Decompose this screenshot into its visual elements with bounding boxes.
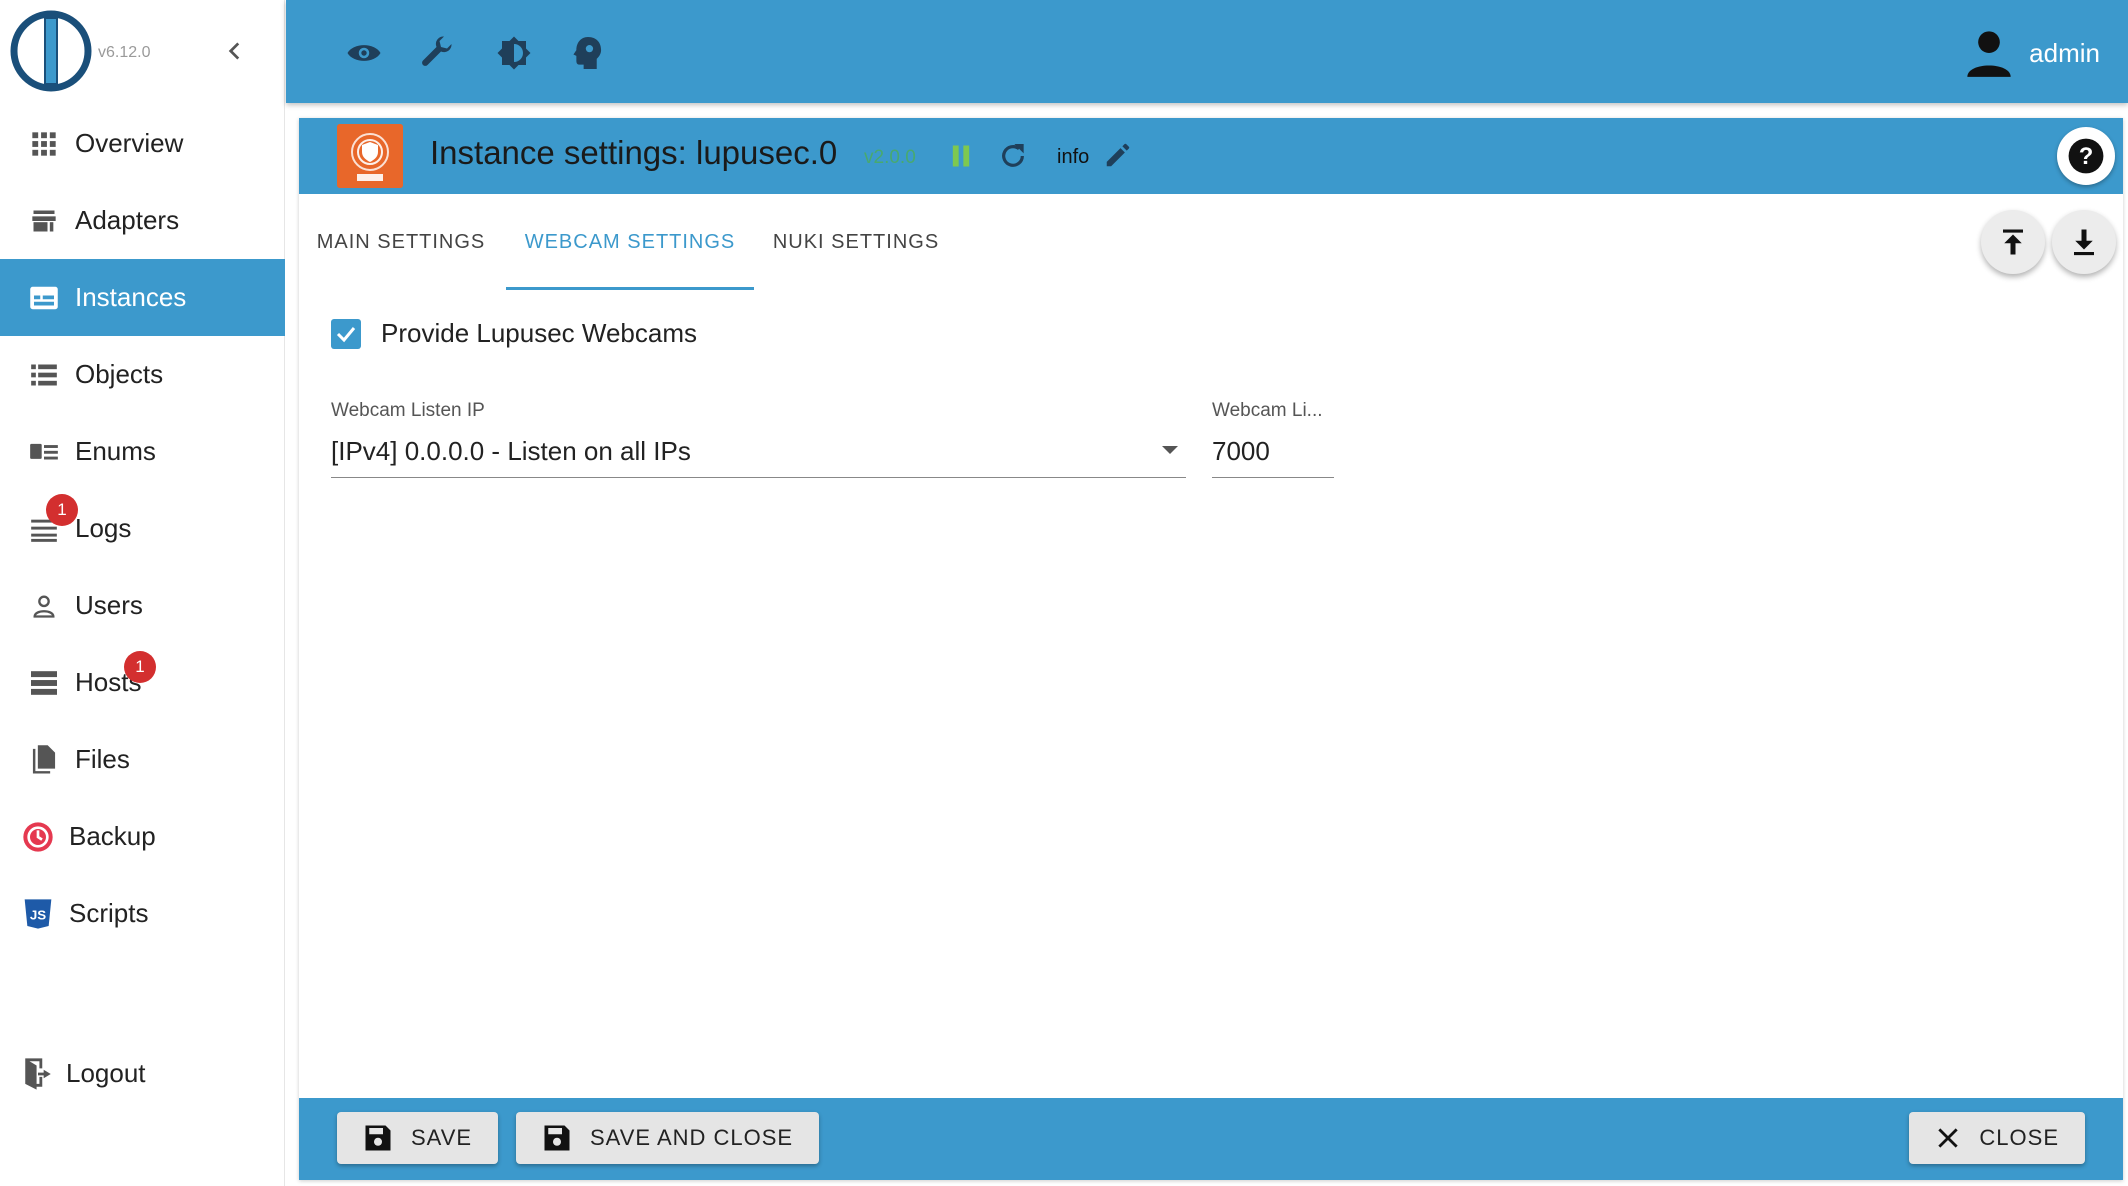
store-icon [28, 205, 60, 237]
sidebar-item-logs[interactable]: Logs 1 [0, 490, 285, 567]
brightness-icon[interactable] [492, 31, 536, 75]
tab-webcam-settings[interactable]: WEBCAM SETTINGS [506, 194, 754, 290]
sidebar-item-label: Overview [75, 128, 184, 158]
svg-text:JS: JS [30, 907, 46, 922]
logout-label: Logout [66, 1058, 146, 1088]
list-icon [28, 359, 60, 391]
reload-icon[interactable] [997, 140, 1029, 172]
iobroker-logo[interactable] [10, 10, 92, 92]
footer-bar: SAVE SAVE AND CLOSE CLOSE [299, 1098, 2123, 1180]
listen-port-input[interactable]: 7000 [1212, 426, 1334, 478]
backup-icon [22, 821, 54, 853]
account-icon [1967, 31, 2011, 77]
grid-icon [28, 128, 60, 160]
files-icon [28, 744, 60, 776]
upload-settings-button[interactable] [1981, 210, 2045, 274]
brand: v6.12.0 [0, 0, 285, 105]
listen-ip-label: Webcam Listen IP [331, 400, 485, 421]
download-icon [2074, 229, 2094, 256]
sidebar-item-files[interactable]: Files [0, 721, 285, 798]
page-title: Instance settings: lupusec.0 [430, 134, 838, 171]
logs-badge: 1 [46, 494, 78, 526]
dropdown-arrow-icon [1162, 446, 1178, 454]
user-icon [28, 590, 60, 622]
save-label: SAVE [411, 1125, 473, 1150]
upload-icon [2003, 229, 2023, 255]
listen-ip-select[interactable]: [IPv4] 0.0.0.0 - Listen on all IPs [331, 426, 1186, 478]
sidebar-item-label: Objects [75, 359, 164, 389]
eye-icon[interactable] [342, 31, 386, 75]
save-and-close-button[interactable]: SAVE AND CLOSE [516, 1112, 820, 1164]
logout-icon [25, 1057, 51, 1090]
sidebar: v6.12.0 Overview Adapters Instances Obje… [0, 0, 285, 1186]
checkmark-icon [336, 326, 356, 342]
close-label: CLOSE [1979, 1125, 2059, 1150]
sidebar-item-enums[interactable]: Enums [0, 413, 285, 490]
download-settings-button[interactable] [2052, 210, 2116, 274]
hosts-icon [28, 667, 60, 699]
sidebar-item-label: Instances [75, 282, 187, 312]
close-icon [1938, 1128, 1959, 1148]
save-icon [544, 1125, 570, 1151]
hosts-badge: 1 [124, 651, 156, 683]
sidebar-item-objects[interactable]: Objects [0, 336, 285, 413]
provide-webcams-row: Provide Lupusec Webcams [331, 318, 697, 349]
user-name: admin [2029, 37, 2100, 68]
lupusec-adapter-logo [337, 124, 403, 188]
help-button[interactable]: ? [2057, 127, 2115, 185]
sidebar-item-adapters[interactable]: Adapters [0, 182, 285, 259]
save-and-close-label: SAVE AND CLOSE [590, 1125, 794, 1150]
collapse-sidebar-icon[interactable] [222, 38, 248, 64]
settings-tabs: MAIN SETTINGS WEBCAM SETTINGS NUKI SETTI… [299, 194, 2123, 290]
js-icon: JS [22, 898, 54, 930]
sidebar-item-label: Logs [75, 513, 132, 543]
save-icon [365, 1125, 391, 1151]
provide-webcams-label: Provide Lupusec Webcams [381, 318, 698, 348]
sidebar-item-users[interactable]: Users [0, 567, 285, 644]
svg-text:?: ? [2079, 143, 2094, 170]
user-menu[interactable]: admin [1963, 24, 2100, 82]
save-button[interactable]: SAVE [337, 1112, 499, 1164]
instances-icon [28, 282, 60, 314]
enums-icon [28, 436, 60, 468]
sidebar-item-label: Adapters [75, 205, 180, 235]
sidebar-item-scripts[interactable]: JS Scripts [0, 875, 285, 952]
sidebar-item-backup[interactable]: Backup [0, 798, 285, 875]
expert-mode-icon[interactable] [566, 31, 610, 75]
provide-webcams-checkbox[interactable] [331, 318, 361, 349]
panel-header: Instance settings: lupusec.0 v2.0.0 info… [299, 118, 2123, 194]
pause-icon[interactable] [947, 142, 975, 170]
help-icon: ? [2068, 138, 2104, 174]
tab-main-settings[interactable]: MAIN SETTINGS [299, 194, 503, 290]
sidebar-nav: Overview Adapters Instances Objects Enum… [0, 105, 285, 952]
sidebar-item-overview[interactable]: Overview [0, 105, 285, 182]
listen-port-label: Webcam Li... [1212, 400, 1323, 421]
sidebar-item-label: Scripts [69, 898, 149, 928]
logout-button[interactable]: Logout [0, 1035, 285, 1112]
adapter-version: v2.0.0 [864, 147, 916, 168]
tab-nuki-settings[interactable]: NUKI SETTINGS [754, 194, 958, 290]
app-version: v6.12.0 [98, 44, 151, 61]
sidebar-item-label: Files [75, 744, 130, 774]
top-app-bar: admin [286, 0, 2128, 103]
sidebar-item-label: Users [75, 590, 143, 620]
sidebar-item-hosts[interactable]: Hosts 1 [0, 644, 285, 721]
close-button[interactable]: CLOSE [1909, 1112, 2085, 1164]
instance-settings-panel: Instance settings: lupusec.0 v2.0.0 info… [299, 118, 2123, 1180]
sidebar-item-instances[interactable]: Instances [0, 259, 285, 336]
listen-ip-value: [IPv4] 0.0.0.0 - Listen on all IPs [331, 436, 691, 466]
sidebar-item-label: Enums [75, 436, 156, 466]
info-link[interactable]: info [1057, 146, 1089, 169]
sidebar-item-label: Backup [69, 821, 156, 851]
edit-pencil-icon[interactable] [1103, 140, 1133, 170]
wrench-icon[interactable] [416, 31, 460, 75]
